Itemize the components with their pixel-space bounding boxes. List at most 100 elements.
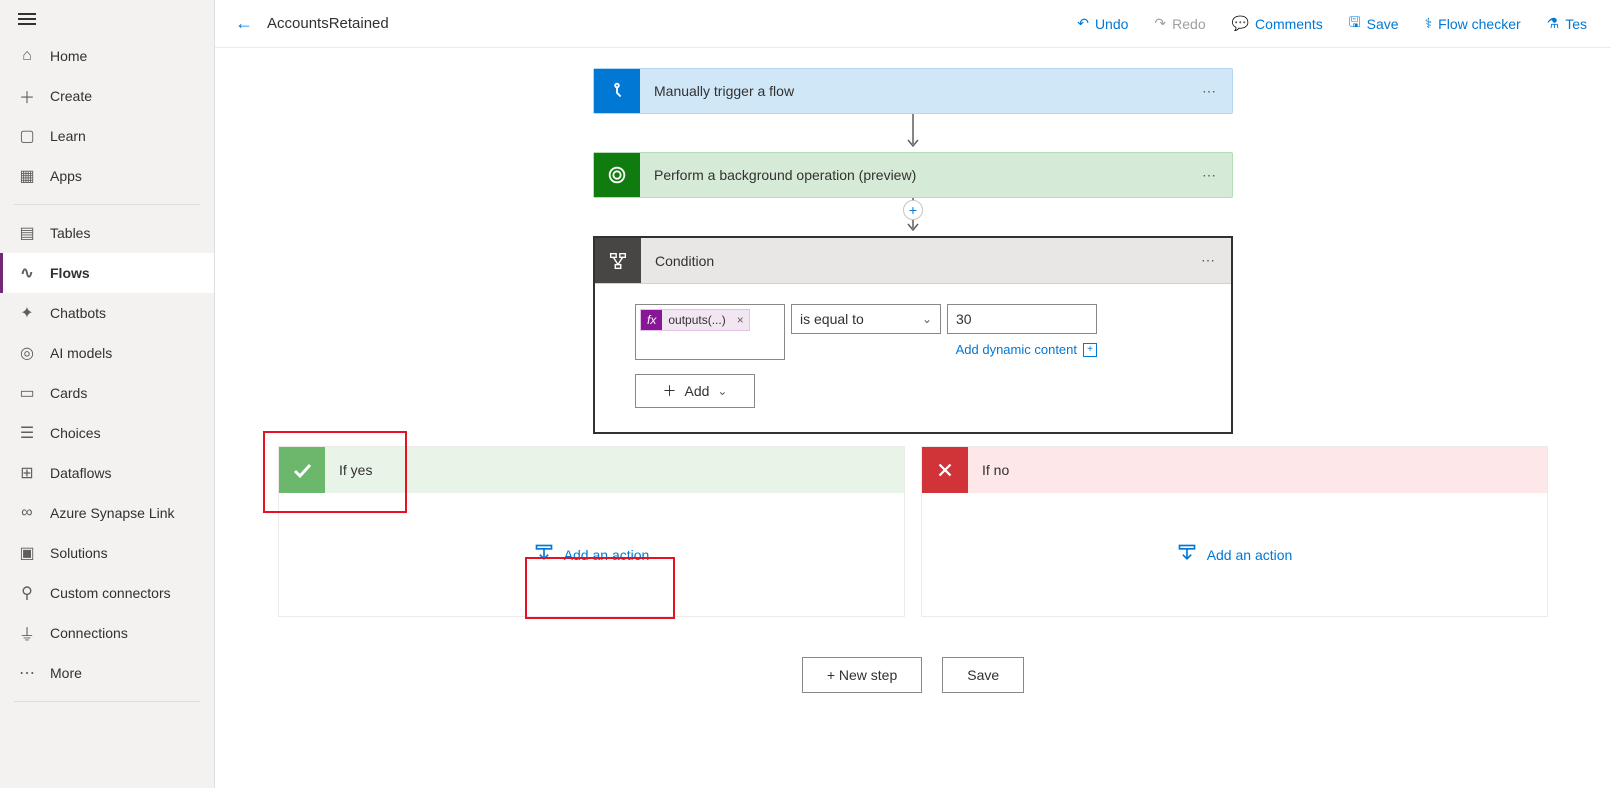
home-icon: ⌂ <box>18 47 36 65</box>
dataflow-icon: ⊞ <box>18 464 36 482</box>
sidebar-item-aimodels[interactable]: ◎ AI models <box>0 333 214 373</box>
flow-arrow <box>906 114 920 152</box>
operator-label: is equal to <box>800 311 864 327</box>
link-icon: ∞ <box>18 504 36 522</box>
flow-icon: ∿ <box>18 264 36 282</box>
add-action-yes[interactable]: Add an action <box>534 543 650 566</box>
condition-left-operand[interactable]: fx outputs(...) × <box>635 304 785 360</box>
card-icon: ▭ <box>18 384 36 402</box>
add-action-no[interactable]: Add an action <box>1177 543 1293 566</box>
plus-icon: ＋ <box>663 381 677 401</box>
comment-icon: 💬 <box>1232 15 1249 32</box>
step-title: Condition <box>641 253 1187 269</box>
dataverse-icon <box>594 153 640 197</box>
solution-icon: ▣ <box>18 544 36 562</box>
sidebar-item-home[interactable]: ⌂ Home <box>0 36 214 76</box>
sidebar-item-label: Custom connectors <box>50 585 171 601</box>
comments-button[interactable]: 💬Comments <box>1224 9 1331 38</box>
step-title: Perform a background operation (preview) <box>640 167 1188 183</box>
apps-icon: ▦ <box>18 167 36 185</box>
background-step[interactable]: Perform a background operation (preview)… <box>593 152 1233 198</box>
back-button[interactable]: ← <box>231 9 257 38</box>
flow-canvas: Manually trigger a flow ⋯ Perform a back… <box>215 48 1611 788</box>
if-no-branch: If no Add an action <box>921 446 1548 617</box>
chevron-down-icon: ⌄ <box>922 312 932 326</box>
checker-icon: ⚕ <box>1425 15 1433 32</box>
condition-header[interactable]: Condition ⋯ <box>595 238 1231 284</box>
sidebar-item-connections[interactable]: ⏚ Connections <box>0 613 214 653</box>
undo-icon: ↶ <box>1077 15 1089 32</box>
flask-icon: ⚗ <box>1547 15 1560 32</box>
add-dynamic-content-link[interactable]: Add dynamic content + <box>791 342 1097 357</box>
sidebar-item-label: Chatbots <box>50 305 106 321</box>
sidebar-item-label: Connections <box>50 625 128 641</box>
branch-label: If yes <box>325 462 372 478</box>
token-remove[interactable]: × <box>732 313 749 327</box>
flow-arrow: + <box>906 198 920 236</box>
branch-label: If no <box>968 462 1009 478</box>
sidebar-item-tables[interactable]: ▤ Tables <box>0 213 214 253</box>
sidebar-item-label: Azure Synapse Link <box>50 505 175 521</box>
sidebar-item-label: Learn <box>50 128 86 144</box>
sidebar-item-more[interactable]: ⋯ More <box>0 653 214 693</box>
sidebar-item-dataflows[interactable]: ⊞ Dataflows <box>0 453 214 493</box>
plug-icon: ⏚ <box>18 624 36 642</box>
test-button[interactable]: ⚗Tes <box>1539 9 1595 38</box>
if-yes-branch: If yes Add an action <box>278 446 905 617</box>
step-more-icon[interactable]: ⋯ <box>1188 83 1232 100</box>
sidebar-item-connectors[interactable]: ⚲ Custom connectors <box>0 573 214 613</box>
dynamic-icon: + <box>1083 343 1097 357</box>
condition-operator-select[interactable]: is equal to ⌄ <box>791 304 941 334</box>
add-action-icon <box>534 543 554 566</box>
list-icon: ☰ <box>18 424 36 442</box>
sidebar-item-create[interactable]: ＋ Create <box>0 76 214 116</box>
expression-token: fx outputs(...) × <box>640 309 750 331</box>
touch-icon <box>594 69 640 113</box>
sidebar-item-label: Choices <box>50 425 101 441</box>
token-label: outputs(...) <box>662 310 731 330</box>
undo-button[interactable]: ↶Undo <box>1069 9 1136 38</box>
sidebar-item-cards[interactable]: ▭ Cards <box>0 373 214 413</box>
fx-icon: fx <box>641 310 662 330</box>
main: ← AccountsRetained ↶Undo ↷Redo 💬Comments… <box>215 0 1611 788</box>
add-label: Add <box>685 383 710 399</box>
condition-add-button[interactable]: ＋ Add ⌄ <box>635 374 755 408</box>
save-button[interactable]: 🖫Save <box>1341 6 1407 42</box>
trigger-step[interactable]: Manually trigger a flow ⋯ <box>593 68 1233 114</box>
hamburger-menu[interactable] <box>0 6 214 32</box>
more-icon: ⋯ <box>18 664 36 682</box>
sidebar-item-label: Home <box>50 48 87 64</box>
sidebar-item-label: Solutions <box>50 545 108 561</box>
condition-value-input[interactable]: 30 <box>947 304 1097 334</box>
topbar: ← AccountsRetained ↶Undo ↷Redo 💬Comments… <box>215 0 1611 48</box>
sidebar-item-label: Flows <box>50 265 90 281</box>
step-more-icon[interactable]: ⋯ <box>1188 167 1232 184</box>
page-title: AccountsRetained <box>267 15 389 32</box>
sidebar-item-apps[interactable]: ▦ Apps <box>0 156 214 196</box>
sidebar-item-choices[interactable]: ☰ Choices <box>0 413 214 453</box>
flowchecker-button[interactable]: ⚕Flow checker <box>1417 9 1529 38</box>
sidebar-item-learn[interactable]: ▢ Learn <box>0 116 214 156</box>
sidebar-item-synapse[interactable]: ∞ Azure Synapse Link <box>0 493 214 533</box>
sidebar-item-label: Tables <box>50 225 90 241</box>
step-more-icon[interactable]: ⋯ <box>1187 252 1231 269</box>
chevron-down-icon: ⌄ <box>717 384 727 398</box>
step-title: Manually trigger a flow <box>640 83 1188 99</box>
condition-icon <box>595 238 641 283</box>
sidebar-item-label: Apps <box>50 168 82 184</box>
bottom-buttons: + New step Save <box>802 657 1024 693</box>
insert-step-button[interactable]: + <box>903 200 923 220</box>
redo-icon: ↷ <box>1154 15 1166 32</box>
add-action-icon <box>1177 543 1197 566</box>
sidebar-item-chatbots[interactable]: ✦ Chatbots <box>0 293 214 333</box>
sidebar-item-solutions[interactable]: ▣ Solutions <box>0 533 214 573</box>
sidebar-item-flows[interactable]: ∿ Flows <box>0 253 214 293</box>
if-no-header[interactable]: If no <box>922 447 1547 493</box>
new-step-button[interactable]: + New step <box>802 657 922 693</box>
if-yes-header[interactable]: If yes <box>279 447 904 493</box>
sidebar: ⌂ Home ＋ Create ▢ Learn ▦ Apps ▤ Tables <box>0 0 215 788</box>
save-icon: 🖫 <box>1349 12 1361 36</box>
bottom-save-button[interactable]: Save <box>942 657 1024 693</box>
plus-icon: ＋ <box>18 87 36 105</box>
sidebar-item-label: Dataflows <box>50 465 111 481</box>
